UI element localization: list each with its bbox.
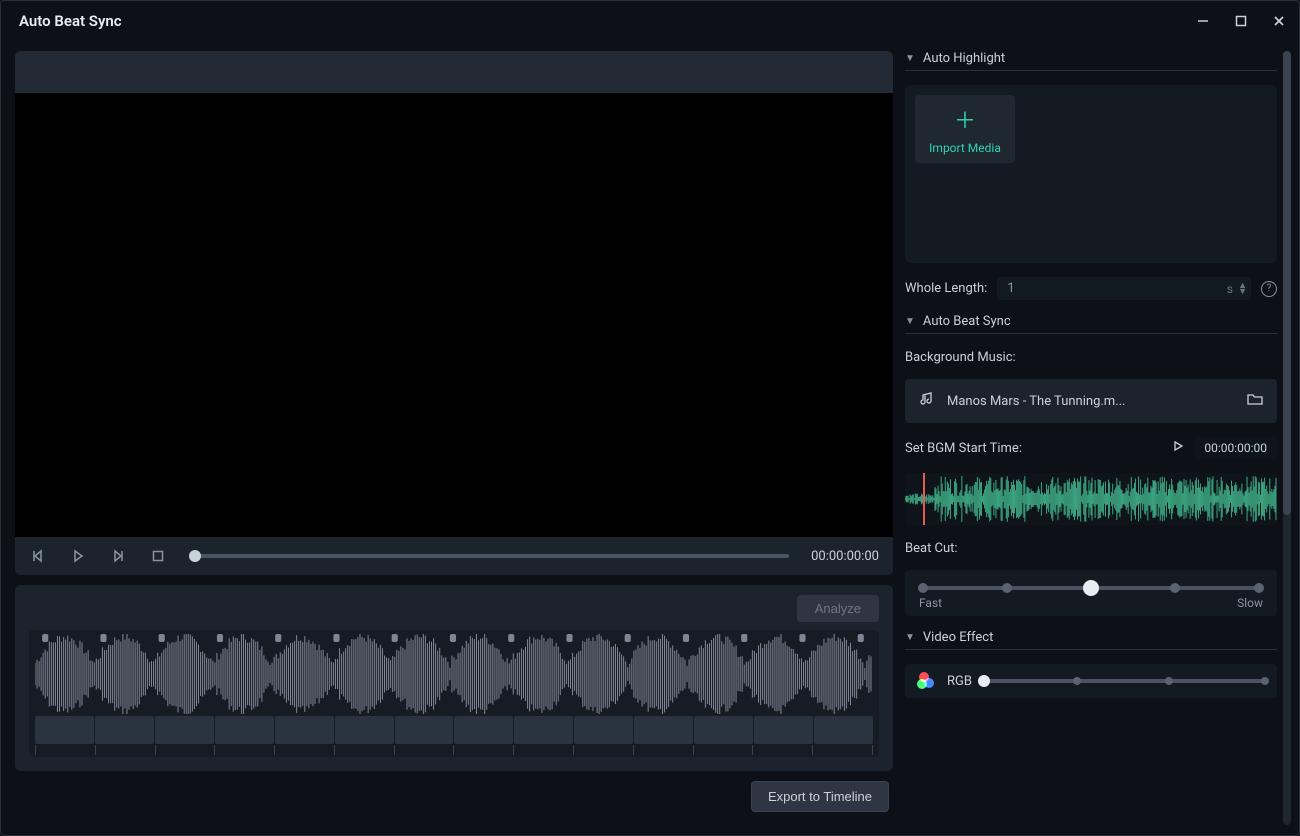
playhead[interactable] [923, 473, 925, 525]
bgm-waveform[interactable] [905, 473, 1277, 525]
maximize-icon[interactable] [1231, 11, 1251, 31]
segment-cell[interactable] [395, 716, 454, 744]
segment-cell[interactable] [574, 716, 633, 744]
whole-length-input[interactable]: 1 s ▲▼ [997, 277, 1251, 300]
rgb-slider[interactable] [984, 679, 1265, 683]
preview-header [15, 51, 893, 93]
preview-panel: 00:00:00:00 [15, 51, 893, 575]
section-title: Auto Highlight [923, 51, 1005, 66]
analyze-button[interactable]: Analyze [797, 595, 879, 622]
bgm-start-time[interactable]: 00:00:00:00 [1194, 437, 1277, 459]
bgm-start-label: Set BGM Start Time: [905, 441, 1022, 456]
plus-icon: ＋ [954, 103, 976, 135]
titlebar: Auto Beat Sync [1, 1, 1299, 41]
waveform-box [29, 630, 879, 757]
folder-icon[interactable] [1247, 392, 1263, 410]
section-title: Video Effect [923, 630, 993, 645]
segment-cell[interactable] [454, 716, 513, 744]
segment-cell[interactable] [814, 716, 873, 744]
rgb-icon [917, 672, 935, 690]
export-to-timeline-button[interactable]: Export to Timeline [751, 781, 889, 812]
segment-cell[interactable] [335, 716, 394, 744]
segment-cell[interactable] [35, 716, 94, 744]
music-note-icon [919, 391, 935, 411]
rgb-label: RGB [947, 674, 972, 689]
slider-fast-label: Fast [919, 596, 942, 610]
media-drop-zone[interactable]: ＋ Import Media [905, 85, 1277, 263]
chevron-down-icon: ▼ [905, 316, 915, 327]
section-title: Auto Beat Sync [923, 314, 1011, 329]
segment-cell[interactable] [215, 716, 274, 744]
minimize-icon[interactable] [1193, 11, 1213, 31]
segment-cell[interactable] [275, 716, 334, 744]
import-media-label: Import Media [929, 141, 1001, 155]
play-small-icon[interactable] [1172, 440, 1184, 456]
effect-rgb-row: RGB [905, 664, 1277, 698]
prev-frame-icon[interactable] [29, 547, 47, 565]
slider-slow-label: Slow [1237, 596, 1263, 610]
chevron-down-icon: ▼ [905, 632, 915, 643]
music-filename: Manos Mars - The Tunning.m... [947, 394, 1235, 409]
waveform-icon [35, 634, 873, 714]
spinner-icon[interactable]: ▲▼ [1238, 283, 1247, 295]
segment-cell[interactable] [95, 716, 154, 744]
playback-controls: 00:00:00:00 [15, 537, 893, 575]
video-preview[interactable] [15, 93, 893, 537]
unit-label: s [1227, 282, 1233, 296]
close-icon[interactable] [1269, 11, 1289, 31]
segment-cell[interactable] [634, 716, 693, 744]
sidebar-scrollbar[interactable] [1283, 51, 1291, 825]
play-icon[interactable] [69, 547, 87, 565]
segment-cell[interactable] [155, 716, 214, 744]
chevron-down-icon: ▼ [905, 53, 915, 64]
import-media-button[interactable]: ＋ Import Media [915, 95, 1015, 163]
segment-cell[interactable] [694, 716, 753, 744]
beat-analysis-panel: Analyze [15, 585, 893, 771]
playback-slider[interactable] [189, 554, 789, 558]
playback-timecode: 00:00:00:00 [811, 549, 879, 564]
stop-icon[interactable] [149, 547, 167, 565]
whole-length-value: 1 [1007, 281, 1014, 296]
bgm-start-row: Set BGM Start Time: 00:00:00:00 [905, 437, 1277, 459]
section-auto-highlight[interactable]: ▼ Auto Highlight [905, 51, 1277, 71]
bgm-label: Background Music: [905, 350, 1277, 365]
music-file-chip: Manos Mars - The Tunning.m... [905, 379, 1277, 423]
whole-length-label: Whole Length: [905, 281, 987, 296]
tick-row [35, 745, 873, 755]
segment-cell[interactable] [514, 716, 573, 744]
segment-cell[interactable] [754, 716, 813, 744]
section-video-effect[interactable]: ▼ Video Effect [905, 630, 1277, 650]
segment-row [35, 716, 873, 744]
beat-cut-slider-box: Fast Slow [905, 570, 1277, 616]
whole-length-row: Whole Length: 1 s ▲▼ ? [905, 277, 1277, 300]
beat-cut-slider[interactable] [923, 586, 1259, 590]
section-auto-beat-sync[interactable]: ▼ Auto Beat Sync [905, 314, 1277, 334]
window-title: Auto Beat Sync [19, 12, 122, 30]
help-icon[interactable]: ? [1261, 281, 1277, 297]
next-frame-icon[interactable] [109, 547, 127, 565]
window-controls [1193, 11, 1289, 31]
beat-cut-label: Beat Cut: [905, 541, 1277, 556]
